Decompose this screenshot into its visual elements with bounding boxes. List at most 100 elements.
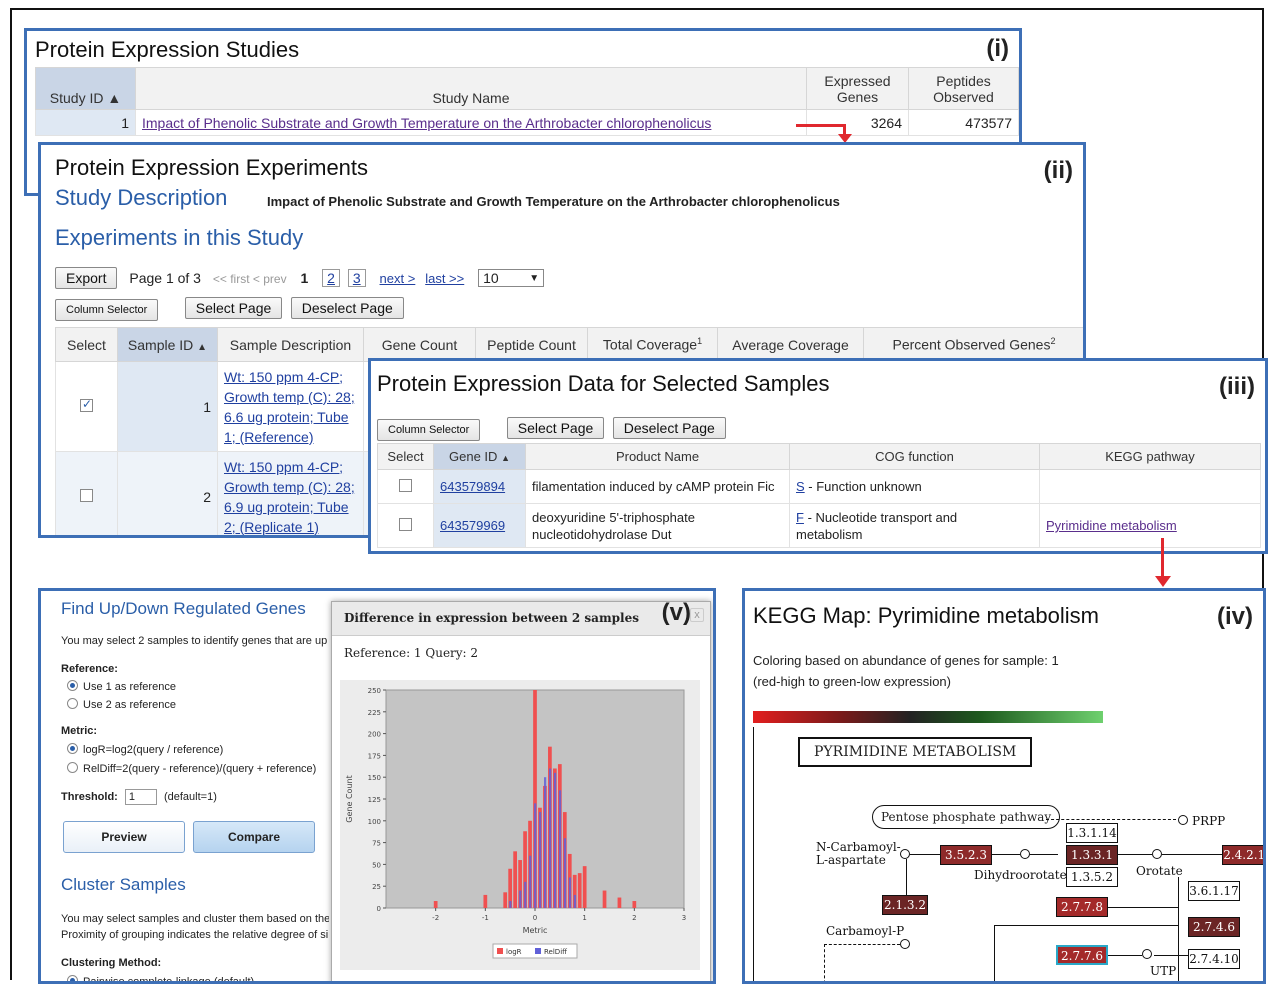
col-select[interactable]: Select bbox=[55, 327, 118, 362]
cog-code-link[interactable]: S bbox=[796, 479, 805, 494]
col-total-coverage[interactable]: Total Coverage1 bbox=[587, 327, 718, 362]
ec-2-7-4-6[interactable]: 2.7.4.6 bbox=[1188, 917, 1240, 937]
kegg-pathway-cell bbox=[1039, 469, 1261, 504]
sample-id-cell: 1 bbox=[117, 361, 218, 452]
cog-code-link[interactable]: F bbox=[796, 510, 804, 525]
threshold-row: Threshold: 1 (default=1) bbox=[61, 789, 217, 805]
column-selector-button[interactable]: Column Selector bbox=[377, 419, 481, 441]
gene-id-link[interactable]: 643579969 bbox=[440, 518, 505, 533]
ec-1-3-5-2[interactable]: 1.3.5.2 bbox=[1066, 867, 1118, 887]
sample-description-link[interactable]: Wt: 150 ppm 4-CP; Growth temp (C): 28; 6.9… bbox=[224, 459, 355, 535]
compare-button[interactable]: Compare bbox=[193, 821, 315, 853]
col-average-coverage[interactable]: Average Coverage bbox=[717, 327, 864, 362]
panel-label: (ii) bbox=[1043, 157, 1073, 184]
dihydroorotate-label: Dihydroorotate bbox=[974, 868, 1067, 882]
next-page-link[interactable]: next > bbox=[380, 271, 416, 286]
panel-title: Protein Expression Studies bbox=[35, 37, 300, 62]
col-peptide-count[interactable]: Peptide Count bbox=[475, 327, 588, 362]
ec-2-7-7-6[interactable]: 2.7.7.6 bbox=[1056, 945, 1108, 965]
kegg-pathway-link[interactable]: Pyrimidine metabolism bbox=[1046, 518, 1177, 533]
ec-3-5-2-3[interactable]: 3.5.2.3 bbox=[940, 845, 992, 865]
intro-text: You may select 2 samples to identify gen… bbox=[61, 635, 329, 647]
ec-2-7-4-10[interactable]: 2.7.4.10 bbox=[1188, 949, 1240, 969]
export-button[interactable]: Export bbox=[55, 267, 118, 289]
x-tick-label: 1 bbox=[582, 914, 586, 922]
flow-arrow bbox=[1161, 538, 1164, 578]
preview-button[interactable]: Preview bbox=[63, 821, 185, 853]
table-row: 1 Impact of Phenolic Substrate and Growt… bbox=[35, 109, 1019, 136]
legend-label: logR bbox=[506, 948, 522, 956]
column-selector-button[interactable]: Column Selector bbox=[55, 299, 159, 321]
reference-option-2[interactable]: Use 2 as reference bbox=[67, 698, 176, 711]
clustering-option[interactable]: Pairwise complete-linkage (default) bbox=[67, 975, 254, 981]
cluster-text-1: You may select samples and cluster them … bbox=[61, 913, 329, 925]
ec-2-7-7-8[interactable]: 2.7.7.8 bbox=[1056, 897, 1108, 917]
map-title: PYRIMIDINE METABOLISM bbox=[798, 737, 1033, 767]
panel-label: (v) bbox=[661, 599, 691, 626]
last-page-link[interactable]: last >> bbox=[425, 271, 464, 286]
coloring-note-2: (red-high to green-low expression) bbox=[753, 674, 951, 689]
deselect-page-button[interactable]: Deselect Page bbox=[290, 297, 404, 319]
sort-asc-icon: ▲ bbox=[197, 341, 208, 353]
col-expressed-genes[interactable]: Expressed Genes bbox=[806, 67, 909, 110]
difference-popup: Difference in expression between 2 sampl… bbox=[331, 601, 711, 981]
histogram-bar bbox=[524, 881, 527, 908]
close-icon[interactable]: x bbox=[690, 608, 704, 622]
product-name-cell: filamentation induced by cAMP protein Fi… bbox=[525, 469, 790, 504]
row-checkbox[interactable] bbox=[80, 397, 93, 412]
col-gene-id[interactable]: Gene ID ▲ bbox=[433, 443, 526, 470]
row-checkbox[interactable] bbox=[80, 488, 93, 502]
page-size-select[interactable]: 10 ▼ bbox=[478, 269, 545, 287]
prpp-label: PRPP bbox=[1192, 814, 1226, 828]
y-tick-label: 75 bbox=[372, 840, 381, 848]
select-page-button[interactable]: Select Page bbox=[184, 297, 283, 319]
page-info: Page 1 of 3 bbox=[129, 270, 201, 286]
histogram-bar bbox=[503, 892, 508, 908]
col-study-id[interactable]: Study ID ▲ bbox=[35, 67, 136, 110]
x-tick-label: 0 bbox=[533, 914, 537, 922]
gene-id-link[interactable]: 643579894 bbox=[440, 479, 505, 494]
metric-option-1[interactable]: logR=log2(query / reference) bbox=[67, 743, 223, 756]
metric-option-2[interactable]: RelDiff=2(query - reference)/(query + re… bbox=[67, 762, 316, 775]
radio-button[interactable] bbox=[67, 975, 78, 981]
deselect-page-button[interactable]: Deselect Page bbox=[612, 417, 726, 439]
ec-1-3-1-14[interactable]: 1.3.1.14 bbox=[1066, 823, 1118, 843]
col-sample-id[interactable]: Sample ID ▲ bbox=[117, 327, 218, 362]
sample-description-link[interactable]: Wt: 150 ppm 4-CP; Growth temp (C): 28; 6.6… bbox=[224, 369, 355, 445]
col-cog-function[interactable]: COG function bbox=[789, 443, 1040, 470]
pentose-pathway-node[interactable]: Pentose phosphate pathway bbox=[872, 805, 1061, 829]
col-study-name[interactable]: Study Name bbox=[135, 67, 807, 110]
ec-1-3-3-1[interactable]: 1.3.3.1 bbox=[1066, 845, 1118, 865]
pagination-bar: Export Page 1 of 3 << first < prev 1 2 3… bbox=[55, 267, 545, 289]
radio-button[interactable] bbox=[67, 762, 78, 773]
histogram-bar bbox=[544, 777, 547, 908]
study-name-link[interactable]: Impact of Phenolic Substrate and Growth … bbox=[142, 115, 711, 131]
ec-3-6-1-17[interactable]: 3.6.1.17 bbox=[1188, 881, 1240, 901]
reference-option-1[interactable]: Use 1 as reference bbox=[67, 680, 176, 693]
reference-label: Reference: bbox=[61, 663, 118, 675]
histogram-bar bbox=[513, 851, 517, 908]
col-select[interactable]: Select bbox=[377, 443, 434, 470]
radio-button[interactable] bbox=[67, 743, 78, 754]
row-checkbox[interactable] bbox=[399, 478, 412, 492]
col-kegg-pathway[interactable]: KEGG pathway bbox=[1039, 443, 1261, 470]
sample-description-cell: Wt: 150 ppm 4-CP; Growth temp (C): 28; 6.9… bbox=[217, 451, 364, 535]
select-page-button[interactable]: Select Page bbox=[506, 417, 605, 439]
radio-button[interactable] bbox=[67, 680, 78, 691]
metric-label: Metric: bbox=[61, 725, 98, 737]
ec-2-4-2-10[interactable]: 2.4.2.10 bbox=[1222, 845, 1263, 865]
page-3-link[interactable]: 3 bbox=[347, 269, 366, 287]
col-peptides-observed[interactable]: Peptides Observed bbox=[908, 67, 1019, 110]
row-checkbox[interactable] bbox=[399, 517, 412, 531]
flow-arrow bbox=[796, 124, 846, 127]
col-sample-description[interactable]: Sample Description bbox=[217, 327, 364, 362]
radio-button[interactable] bbox=[67, 698, 78, 709]
popup-header: Difference in expression between 2 sampl… bbox=[332, 602, 710, 636]
page-2-link[interactable]: 2 bbox=[322, 269, 340, 287]
threshold-input[interactable]: 1 bbox=[124, 789, 157, 805]
col-product-name[interactable]: Product Name bbox=[525, 443, 790, 470]
histogram-bar bbox=[534, 803, 537, 908]
col-percent-observed[interactable]: Percent Observed Genes2 bbox=[863, 327, 1083, 362]
col-gene-count[interactable]: Gene Count bbox=[363, 327, 476, 362]
ec-2-1-3-2[interactable]: 2.1.3.2 bbox=[882, 895, 928, 915]
